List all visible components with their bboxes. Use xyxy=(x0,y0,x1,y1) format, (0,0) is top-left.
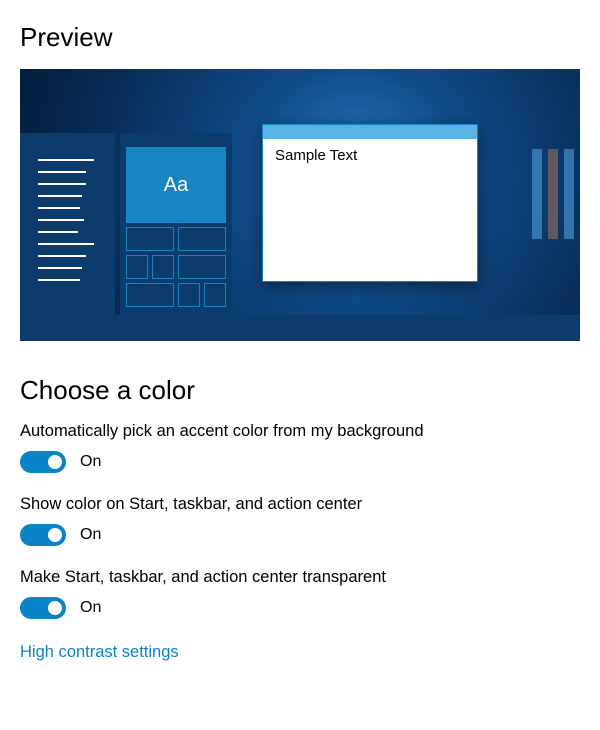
transparent-label: Make Start, taskbar, and action center t… xyxy=(20,568,580,587)
preview-tile-text: Aa xyxy=(126,147,226,223)
preview-window: Sample Text xyxy=(262,124,478,282)
auto-accent-label: Automatically pick an accent color from … xyxy=(20,422,580,441)
transparent-status: On xyxy=(80,599,101,617)
preview-heading: Preview xyxy=(20,22,580,53)
preview-window-titlebar xyxy=(263,125,477,139)
auto-accent-status: On xyxy=(80,453,101,471)
show-color-label: Show color on Start, taskbar, and action… xyxy=(20,495,580,514)
preview-start-list xyxy=(20,133,115,315)
preview-start-tiles: Aa xyxy=(120,133,232,315)
show-color-status: On xyxy=(80,526,101,544)
preview-taskbar xyxy=(20,315,580,341)
transparent-toggle[interactable] xyxy=(20,597,66,619)
auto-accent-toggle[interactable] xyxy=(20,451,66,473)
choose-color-heading: Choose a color xyxy=(20,375,580,406)
preview-pane: Aa Sample Text xyxy=(20,69,580,341)
preview-decorative-bars xyxy=(532,149,574,239)
preview-window-text: Sample Text xyxy=(263,139,477,172)
high-contrast-link[interactable]: High contrast settings xyxy=(20,643,179,662)
show-color-toggle[interactable] xyxy=(20,524,66,546)
